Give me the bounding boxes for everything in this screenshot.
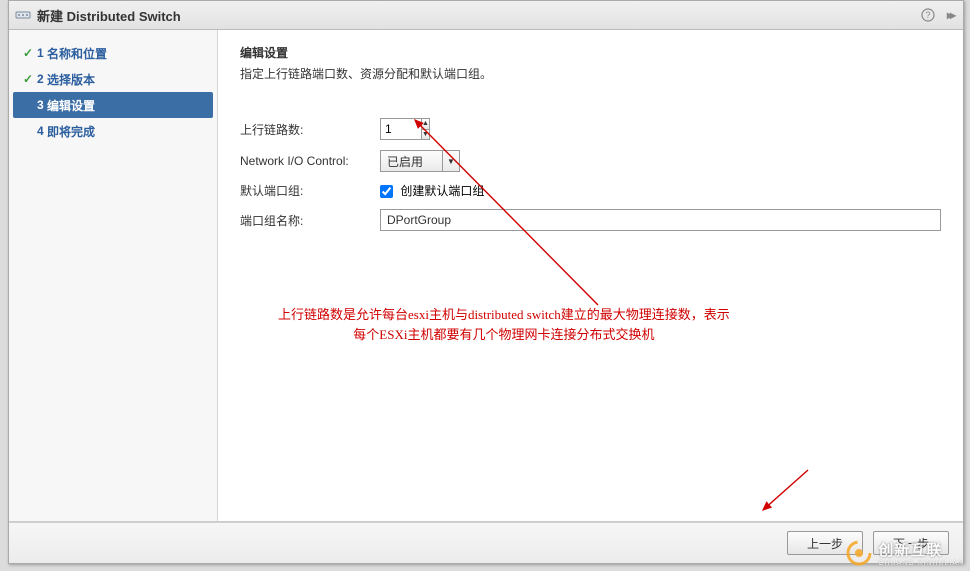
- wizard-footer: 上一步 下一步: [9, 522, 963, 563]
- section-desc: 指定上行链路端口数、资源分配和默认端口组。: [240, 65, 941, 82]
- step-label: 即将完成: [47, 123, 95, 140]
- nioc-select[interactable]: 已启用 ▼: [380, 150, 460, 172]
- pg-name-label: 端口组名称:: [240, 212, 380, 229]
- nioc-value: 已启用: [381, 151, 442, 171]
- step-num: 4: [37, 124, 44, 138]
- wizard-dialog: 新建 Distributed Switch ? ▸▸ ✓ 1 名称和位置 ✓ 2…: [8, 0, 964, 564]
- row-default-portgroup: 默认端口组: 创建默认端口组: [240, 182, 941, 199]
- step-label: 选择版本: [47, 71, 95, 88]
- wizard-sidebar: ✓ 1 名称和位置 ✓ 2 选择版本 ✓ 3 编辑设置 ✓ 4 即将完成: [9, 30, 218, 521]
- row-uplinks: 上行链路数: ▲ ▼: [240, 118, 941, 140]
- pg-name-input[interactable]: [380, 209, 941, 231]
- row-nioc: Network I/O Control: 已启用 ▼: [240, 150, 941, 172]
- wizard-main: 编辑设置 指定上行链路端口数、资源分配和默认端口组。 上行链路数: ▲ ▼ Ne…: [218, 30, 963, 521]
- step-num: 2: [37, 72, 44, 86]
- step-label: 编辑设置: [47, 97, 95, 114]
- default-pg-checkbox-label: 创建默认端口组: [400, 184, 484, 198]
- window-controls: ? ▸▸: [921, 8, 957, 22]
- step-4-ready-complete[interactable]: ✓ 4 即将完成: [9, 118, 217, 144]
- step-3-edit-settings[interactable]: ✓ 3 编辑设置: [13, 92, 213, 118]
- uplinks-spinner[interactable]: ▲ ▼: [380, 118, 430, 140]
- annotation-line2: 每个ESXi主机都要有几个物理网卡连接分布式交换机: [353, 327, 654, 342]
- default-pg-label: 默认端口组:: [240, 182, 380, 199]
- annotation-line1: 上行链路数是允许每台esxi主机与distributed switch建立的最大…: [278, 307, 730, 322]
- uplinks-label: 上行链路数:: [240, 121, 380, 138]
- default-pg-checkbox-wrap[interactable]: 创建默认端口组: [380, 182, 484, 199]
- spinner-down-icon[interactable]: ▼: [422, 130, 429, 140]
- dropdown-icon[interactable]: ▼: [442, 151, 459, 171]
- check-icon: ✓: [23, 46, 37, 60]
- titlebar: 新建 Distributed Switch ? ▸▸: [9, 1, 963, 30]
- step-label: 名称和位置: [47, 45, 107, 62]
- help-icon[interactable]: ?: [921, 8, 935, 22]
- section-title: 编辑设置: [240, 44, 941, 61]
- check-icon: ✓: [23, 72, 37, 86]
- switch-icon: [15, 8, 31, 22]
- step-num: 3: [37, 98, 44, 112]
- step-1-name-location[interactable]: ✓ 1 名称和位置: [9, 40, 217, 66]
- spinner-up-icon[interactable]: ▲: [422, 119, 429, 130]
- next-button[interactable]: 下一步: [873, 531, 949, 555]
- step-num: 1: [37, 46, 44, 60]
- row-portgroup-name: 端口组名称:: [240, 209, 941, 231]
- nioc-label: Network I/O Control:: [240, 154, 380, 168]
- default-pg-checkbox[interactable]: [380, 185, 393, 198]
- dialog-title: 新建 Distributed Switch: [37, 6, 921, 25]
- dialog-body: ✓ 1 名称和位置 ✓ 2 选择版本 ✓ 3 编辑设置 ✓ 4 即将完成: [9, 30, 963, 522]
- back-button[interactable]: 上一步: [787, 531, 863, 555]
- uplinks-input[interactable]: [381, 119, 421, 139]
- expand-icon[interactable]: ▸▸: [943, 8, 957, 22]
- annotation-text: 上行链路数是允许每台esxi主机与distributed switch建立的最大…: [278, 305, 730, 344]
- step-2-select-version[interactable]: ✓ 2 选择版本: [9, 66, 217, 92]
- svg-text:?: ?: [925, 10, 930, 20]
